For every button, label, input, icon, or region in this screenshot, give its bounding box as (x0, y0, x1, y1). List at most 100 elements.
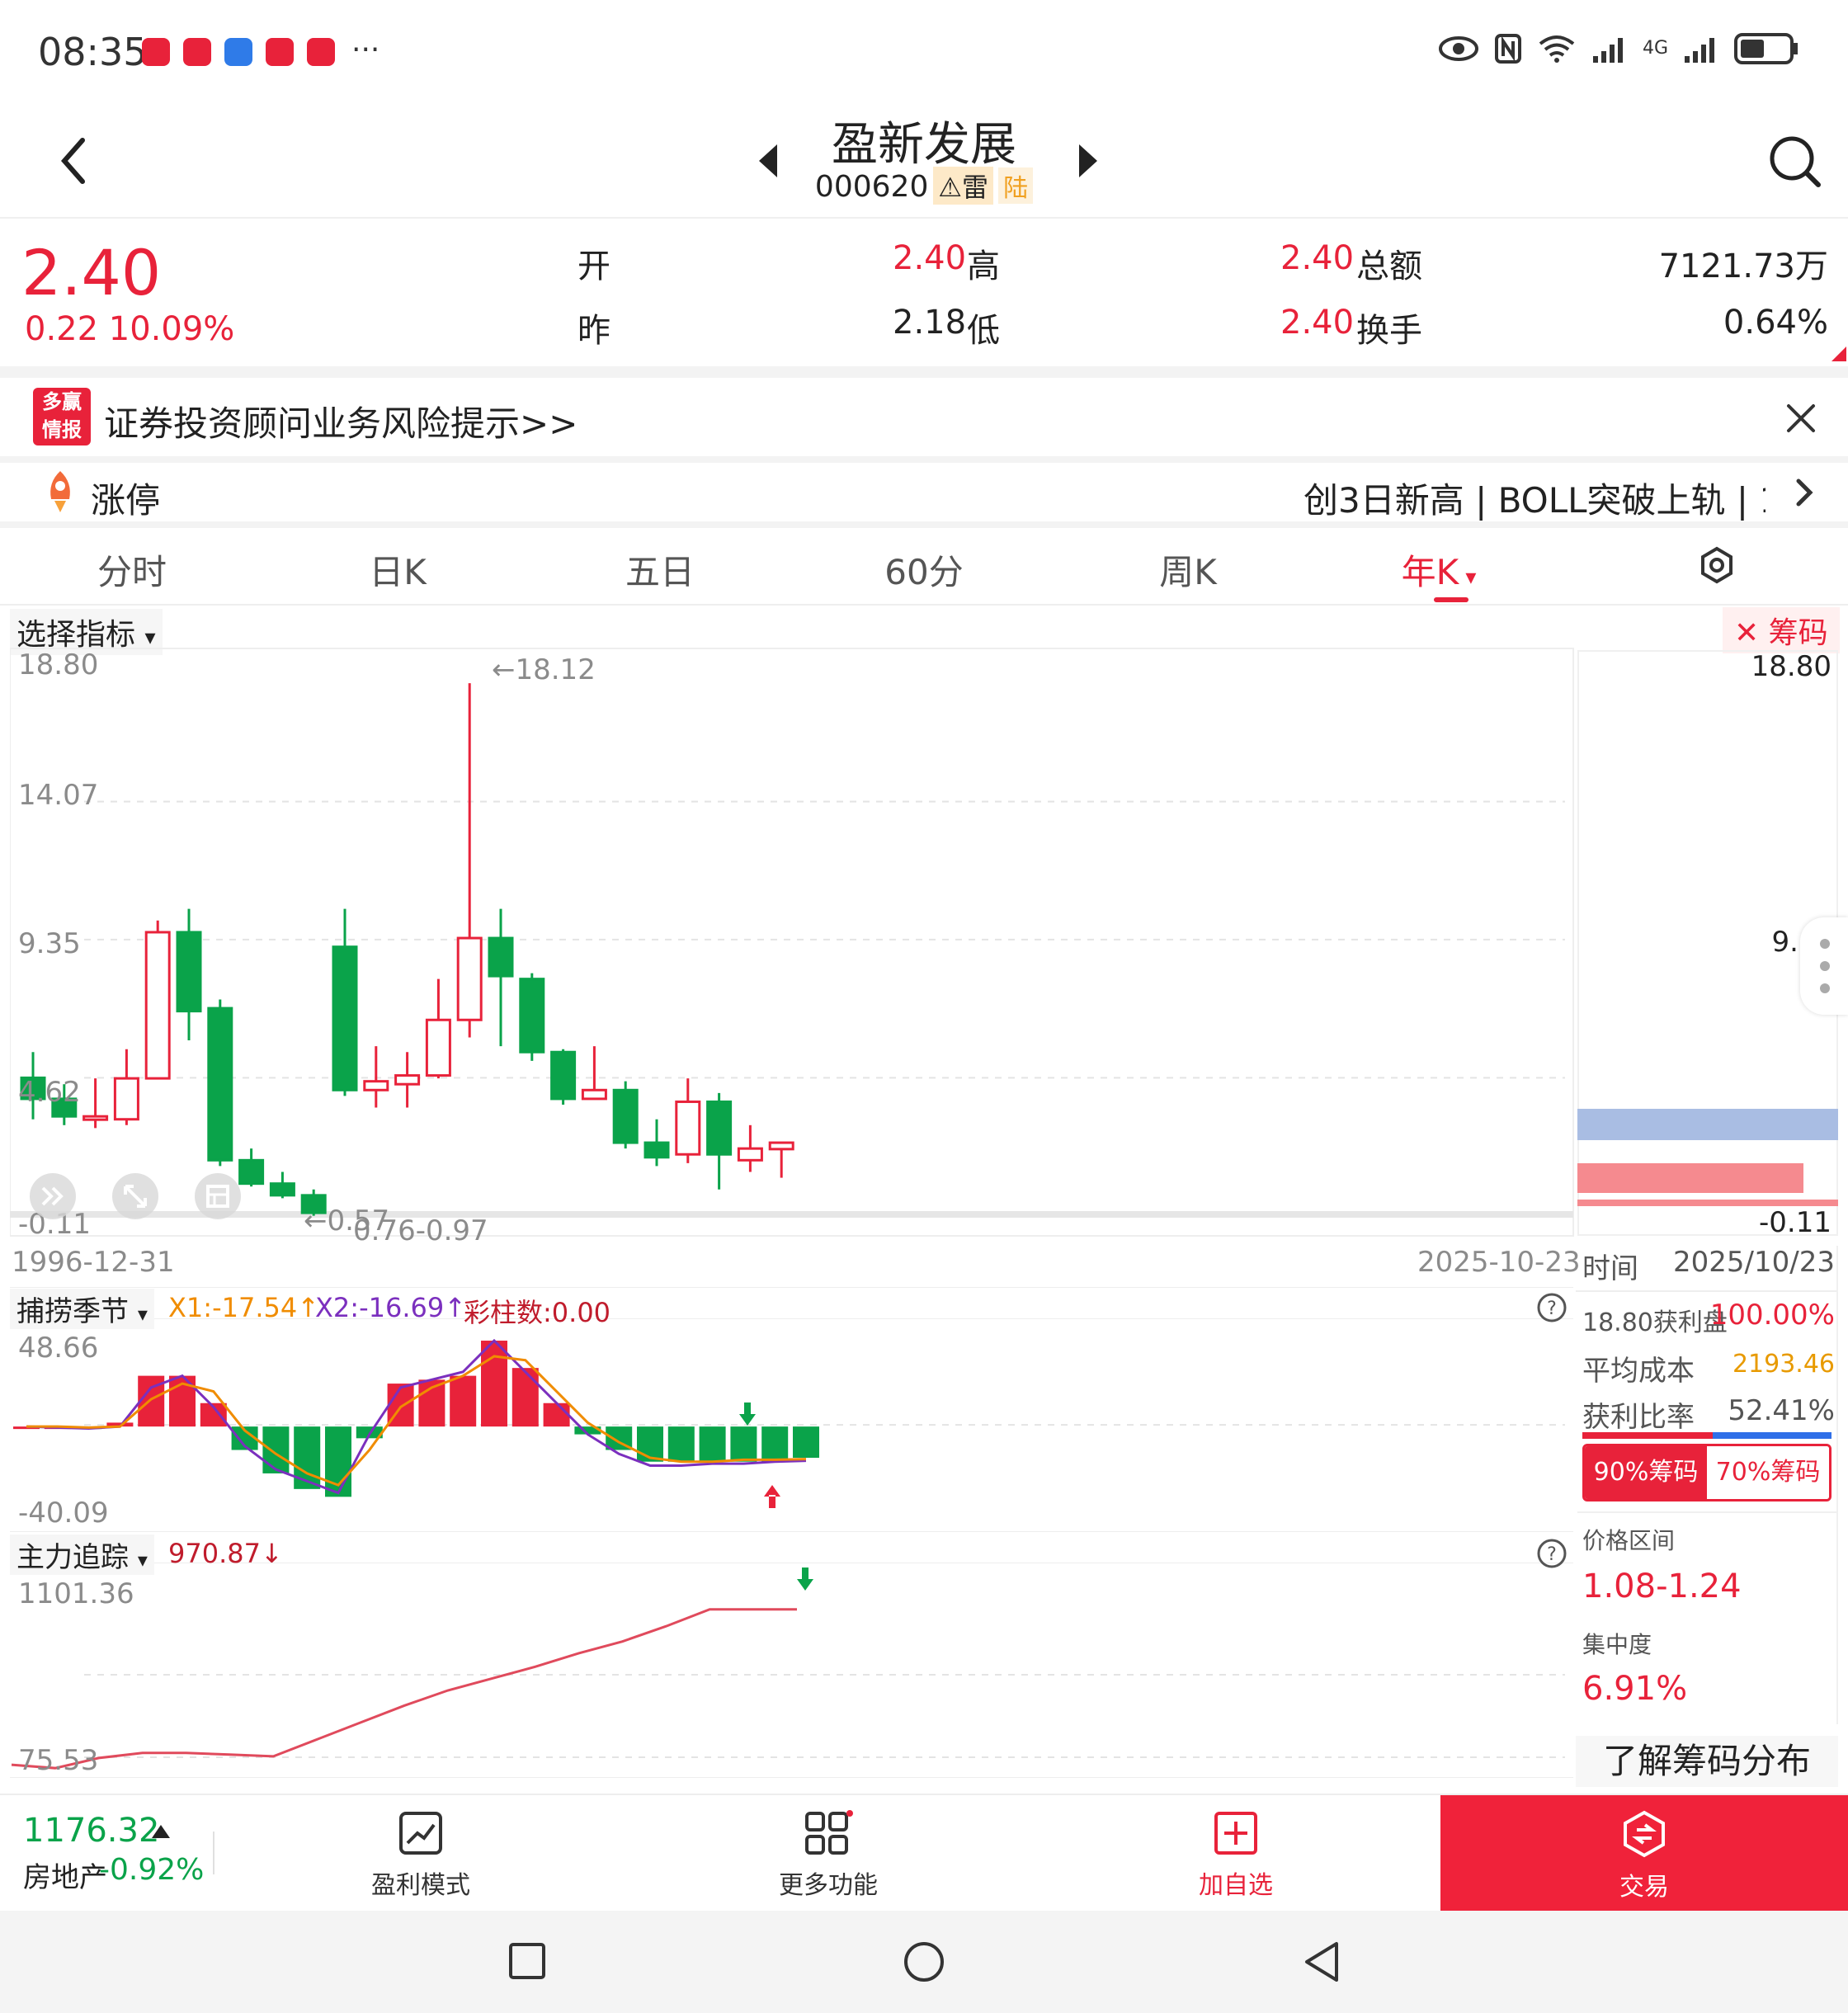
add-square-icon (1214, 1812, 1257, 1855)
profit-mode-button[interactable]: 盈利模式 (314, 1810, 528, 1901)
next-stock-icon[interactable] (1071, 140, 1104, 182)
divider (1577, 1511, 1838, 1513)
signal-icon (1592, 38, 1623, 63)
tab-five-day[interactable]: 五日 (578, 544, 742, 595)
price-change: 0.22 10.09% (25, 310, 234, 348)
indicator-name-label: 捕捞季节 (16, 1295, 129, 1328)
chip-tab-70[interactable]: 70%筹码 (1707, 1446, 1829, 1499)
indicator-bar (450, 1375, 477, 1427)
chip-profit-label: 18.80获利盘 (1582, 1308, 1728, 1337)
tab-yearly-k[interactable]: 年K ▾ (1356, 544, 1521, 595)
learn-chip-button[interactable]: 了解筹码分布 (1576, 1736, 1838, 1787)
expand-corner-icon[interactable] (1832, 346, 1846, 361)
candle-up (425, 1018, 451, 1077)
sell-signal-arrow (797, 1568, 813, 1591)
tab-60min[interactable]: 60分 (842, 544, 1006, 595)
baseline-band (10, 1211, 1573, 1218)
turnover-label: 换手 (1356, 312, 1422, 350)
search-icon[interactable] (1766, 132, 1823, 190)
indicator-bar (699, 1426, 726, 1462)
panel-divider (10, 1287, 1573, 1288)
tab-weekly-k[interactable]: 周K (1106, 544, 1270, 595)
help-icon[interactable]: ? (1536, 1292, 1568, 1323)
y-tick-label: -40.09 (18, 1497, 109, 1530)
candle-down (612, 1088, 639, 1144)
chevron-right-icon[interactable] (1792, 476, 1817, 509)
more-functions-button[interactable]: 更多功能 (721, 1810, 936, 1901)
help-icon[interactable]: ? (1536, 1538, 1568, 1569)
tab-intraday[interactable]: 分时 (50, 544, 214, 595)
price-range-value: 1.08-1.24 (1582, 1568, 1742, 1605)
indicator-name-buluo[interactable]: 捕捞季节 ▾ (10, 1289, 154, 1329)
active-tab-indicator (1434, 597, 1468, 602)
profit-ratio-bar-fill (1582, 1432, 1714, 1439)
add-watchlist-button[interactable]: 加自选 (1129, 1810, 1343, 1901)
trade-button[interactable]: 交易 (1440, 1795, 1848, 1912)
sector-index[interactable]: 1176.32 房地产 -0.92% (0, 1795, 214, 1912)
chip-time-value: 2025/10/23 (1673, 1246, 1835, 1279)
low-value: 2.40 (1280, 304, 1355, 342)
chip-bottom-price: -0.11 (1759, 1206, 1832, 1239)
y-tick-label: 1101.36 (18, 1577, 134, 1610)
layout-icon[interactable] (193, 1172, 243, 1221)
candle-up (581, 1088, 607, 1101)
tab-daily-k[interactable]: 日K (315, 544, 480, 595)
change-amount: 0.22 (25, 310, 99, 348)
news-text[interactable]: 证券投资顾问业务风险提示>> (104, 396, 578, 446)
candle-down (176, 931, 202, 1013)
close-icon[interactable] (1782, 399, 1820, 437)
recent-apps-icon[interactable] (508, 1942, 546, 1980)
app-notification-icon (266, 38, 294, 66)
sector-index-value: 1176.32 (23, 1812, 160, 1850)
chip-profit-value: 100.00% (1709, 1299, 1835, 1332)
candle-down (207, 1006, 233, 1162)
risk-warning-badge[interactable]: ⚠雷 (933, 167, 994, 205)
indicator-bar (512, 1368, 539, 1427)
svg-text:?: ? (1547, 1544, 1557, 1565)
ticker-left-text: 涨停 (91, 480, 161, 521)
stock-connect-badge[interactable]: 陆 (998, 167, 1034, 204)
amount-label: 总额 (1356, 248, 1422, 285)
max-price-annotation: ←18.12 (492, 653, 596, 686)
turnover-value: 0.64% (1723, 304, 1828, 342)
more-vertical-icon (1820, 939, 1830, 993)
back-nav-icon[interactable] (1302, 1940, 1341, 1983)
news-banner[interactable]: 多赢 情报 证券投资顾问业务风险提示>> (0, 378, 1848, 457)
chip-tab-90[interactable]: 90%筹码 (1585, 1446, 1707, 1499)
candle-up (363, 1080, 389, 1091)
eye-icon (1438, 36, 1478, 61)
candle-up (394, 1074, 421, 1086)
grid-icon (805, 1810, 853, 1855)
kline-chart[interactable] (10, 606, 1838, 1785)
candle-down (706, 1100, 733, 1156)
divider (213, 1832, 214, 1874)
news-logo-bottom: 情报 (42, 418, 82, 441)
divider (1576, 1290, 1838, 1292)
main-kline-panel[interactable] (10, 648, 1574, 1237)
indicator-name-main-force[interactable]: 主力追踪 ▾ (10, 1534, 154, 1575)
caret-down-icon: ▾ (137, 1303, 148, 1326)
home-icon[interactable] (903, 1940, 945, 1983)
amount-value: 7121.73万 (1658, 248, 1828, 285)
profit-ratio-value: 52.41% (1728, 1394, 1835, 1427)
y-tick-label: 14.07 (18, 779, 99, 812)
main-force-line (11, 1608, 797, 1770)
divider (0, 366, 1848, 378)
fast-forward-icon[interactable] (28, 1172, 78, 1221)
indicator-name-label: 主力追踪 (16, 1541, 129, 1574)
price-range-label: 价格区间 (1582, 1527, 1676, 1554)
battery-icon (1734, 33, 1798, 64)
settings-icon[interactable] (1698, 546, 1736, 584)
indicator-bar (793, 1426, 819, 1458)
buy-signal-arrow (764, 1485, 780, 1508)
candle-down (644, 1141, 670, 1159)
x1-value: X1:-17.54↑ (168, 1292, 320, 1323)
signal-ticker[interactable]: 涨停 创3日新高 | BOLL突破上轨 | 1 (0, 463, 1848, 522)
candle-down (550, 1050, 577, 1101)
candle-up (82, 1115, 109, 1121)
risk-warning-label: 雷 (962, 172, 989, 203)
range-annotation: 0.76-0.97 (353, 1214, 488, 1247)
more-options[interactable] (1800, 917, 1848, 1015)
fullscreen-icon[interactable] (111, 1172, 160, 1221)
stock-code-row: 000620 ⚠雷陆 (0, 167, 1848, 205)
